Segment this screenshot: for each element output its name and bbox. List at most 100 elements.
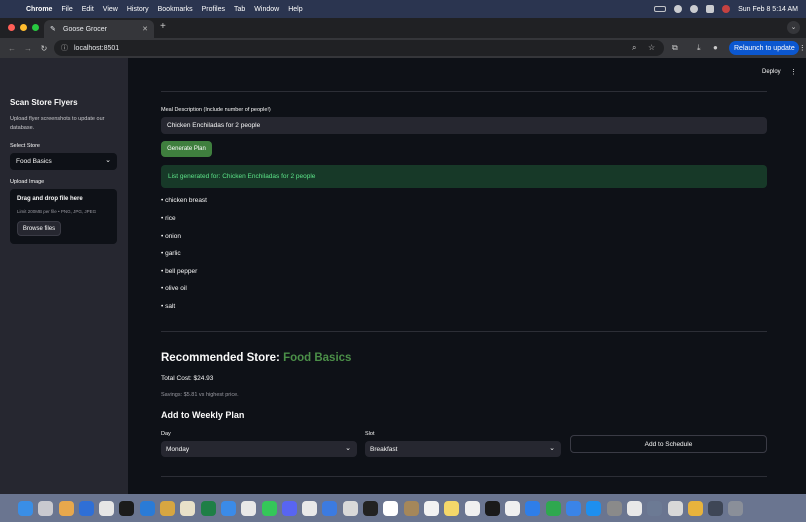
close-tab-icon[interactable]: ✕	[142, 25, 148, 33]
generate-plan-button[interactable]: Generate Plan	[161, 141, 212, 157]
chevron-down-icon: ⌄	[549, 445, 555, 452]
wifi-icon[interactable]	[674, 5, 683, 13]
file-dropzone[interactable]: Drag and drop file here Limit 200MB per …	[10, 189, 117, 244]
profile-avatar-icon[interactable]: ●	[713, 43, 718, 52]
extensions-icon[interactable]: ⧉	[672, 43, 678, 53]
site-info-icon[interactable]: ⓘ	[61, 43, 69, 53]
pencil-icon[interactable]	[626, 500, 642, 516]
appletv-icon[interactable]	[484, 500, 500, 516]
recommended-store-heading: Recommended Store: Food Basics	[161, 352, 351, 364]
search-icon[interactable]	[690, 5, 699, 13]
bookmark-star-icon[interactable]: ☆	[648, 43, 655, 52]
files-icon[interactable]	[525, 500, 541, 516]
photos-icon[interactable]	[58, 500, 74, 516]
downloads-icon[interactable]: ⤓	[697, 43, 701, 53]
profile-icon[interactable]	[722, 5, 731, 13]
notes-yellow-icon[interactable]	[444, 500, 460, 516]
preview-doc-icon[interactable]	[647, 500, 663, 516]
excel-icon[interactable]	[200, 500, 216, 516]
vscode-icon[interactable]	[139, 500, 155, 516]
tab-search-icon[interactable]: ⌄	[787, 21, 800, 34]
battery-icon[interactable]	[654, 6, 667, 12]
meal-description-label: Meal Description (Include number of peop…	[161, 107, 271, 113]
downloads-icon[interactable]	[708, 500, 724, 516]
settings-icon[interactable]	[78, 500, 94, 516]
finder-icon[interactable]	[18, 500, 33, 516]
menu-tab[interactable]: Tab	[234, 6, 245, 13]
recommended-prefix: Recommended Store:	[161, 352, 284, 364]
store-select[interactable]: Food Basics ⌄	[10, 153, 117, 170]
meal-description-input[interactable]: Chicken Enchiladas for 2 people	[161, 117, 767, 134]
url-text[interactable]: localhost:8501	[74, 45, 119, 52]
terminal-icon[interactable]	[363, 500, 379, 516]
freeform-icon[interactable]	[464, 500, 480, 516]
messages-icon[interactable]	[261, 500, 277, 516]
preview-icon[interactable]	[180, 500, 196, 516]
ingredient-item: • chicken breast	[161, 197, 207, 204]
calendar-icon[interactable]	[383, 500, 399, 516]
dropzone-title: Drag and drop file here	[17, 196, 83, 202]
numbers-icon[interactable]	[545, 500, 561, 516]
mail-icon[interactable]	[322, 500, 338, 516]
weekly-plan-heading: Add to Weekly Plan	[161, 410, 245, 420]
window-controls	[8, 24, 39, 31]
menu-clock[interactable]: Sun Feb 8 5:14 AM	[738, 6, 798, 13]
slot-select[interactable]: Breakfast ⌄	[365, 441, 561, 457]
macos-menu-bar: Chrome File Edit View History Bookmarks …	[0, 0, 806, 18]
safari-icon[interactable]	[220, 500, 236, 516]
terminal-app-icon[interactable]	[119, 500, 135, 516]
browse-files-button[interactable]: Browse files	[17, 221, 61, 236]
sidebar-description: Upload flyer screenshots to update our d…	[10, 116, 105, 131]
music-icon[interactable]	[505, 500, 521, 516]
total-cost: Total Cost: $24.93	[161, 375, 214, 382]
deploy-button[interactable]: Deploy	[762, 69, 781, 75]
zoom-icon[interactable]: ⌕	[632, 43, 636, 53]
add-to-schedule-button[interactable]: Add to Schedule	[570, 435, 767, 453]
slack-icon[interactable]	[302, 500, 318, 516]
ingredient-item: • onion	[161, 233, 181, 240]
python-icon[interactable]	[160, 500, 176, 516]
relaunch-to-update-button[interactable]: Relaunch to update ⋮	[729, 41, 806, 55]
menu-file[interactable]: File	[61, 6, 72, 13]
pages-icon[interactable]	[687, 500, 703, 516]
app-icon[interactable]	[99, 500, 115, 516]
back-icon[interactable]: ←	[8, 44, 16, 53]
notes-icon[interactable]	[403, 500, 419, 516]
launchpad-icon[interactable]	[38, 500, 54, 516]
more-menu-icon: ⋮	[798, 45, 806, 52]
appstore-icon[interactable]	[586, 500, 602, 516]
menu-history[interactable]: History	[127, 6, 149, 13]
chevron-down-icon: ⌄	[345, 445, 351, 452]
menu-edit[interactable]: Edit	[82, 6, 94, 13]
day-select[interactable]: Monday ⌄	[161, 441, 357, 457]
reload-icon[interactable]: ↻	[40, 44, 48, 53]
main-menu-icon[interactable]: ⋮	[790, 68, 797, 76]
forward-icon[interactable]: →	[24, 44, 32, 53]
menu-window[interactable]: Window	[254, 6, 279, 13]
browser-toolbar: ← → ↻ ⓘ localhost:8501 ⌕ ☆ ⧉ ⤓ ●	[0, 38, 806, 58]
reminders-icon[interactable]	[423, 500, 439, 516]
minimize-window-icon[interactable]	[20, 24, 27, 31]
tab-title: Goose Grocer	[63, 25, 107, 33]
image-icon[interactable]	[667, 500, 683, 516]
browser-tab[interactable]: ✎ Goose Grocer ✕	[44, 20, 154, 38]
menu-view[interactable]: View	[103, 6, 118, 13]
menu-bookmarks[interactable]: Bookmarks	[158, 6, 193, 13]
trash-icon[interactable]	[728, 500, 744, 516]
new-tab-icon[interactable]: +	[160, 21, 166, 32]
keynote-icon[interactable]	[566, 500, 582, 516]
browser-icon[interactable]	[342, 500, 358, 516]
chrome-icon[interactable]	[241, 500, 257, 516]
system-settings-icon[interactable]	[606, 500, 622, 516]
discord-icon[interactable]	[281, 500, 297, 516]
recommended-store-name: Food Basics	[283, 352, 352, 364]
macos-dock	[0, 494, 806, 522]
control-center-icon[interactable]	[706, 5, 715, 13]
menu-profiles[interactable]: Profiles	[202, 6, 225, 13]
zoom-window-icon[interactable]	[32, 24, 39, 31]
menu-app-name[interactable]: Chrome	[26, 6, 52, 13]
address-bar[interactable]: ⓘ localhost:8501 ⌕ ☆	[54, 40, 664, 56]
chevron-down-icon: ⌄	[105, 157, 111, 164]
menu-help[interactable]: Help	[288, 6, 302, 13]
close-window-icon[interactable]	[8, 24, 15, 31]
